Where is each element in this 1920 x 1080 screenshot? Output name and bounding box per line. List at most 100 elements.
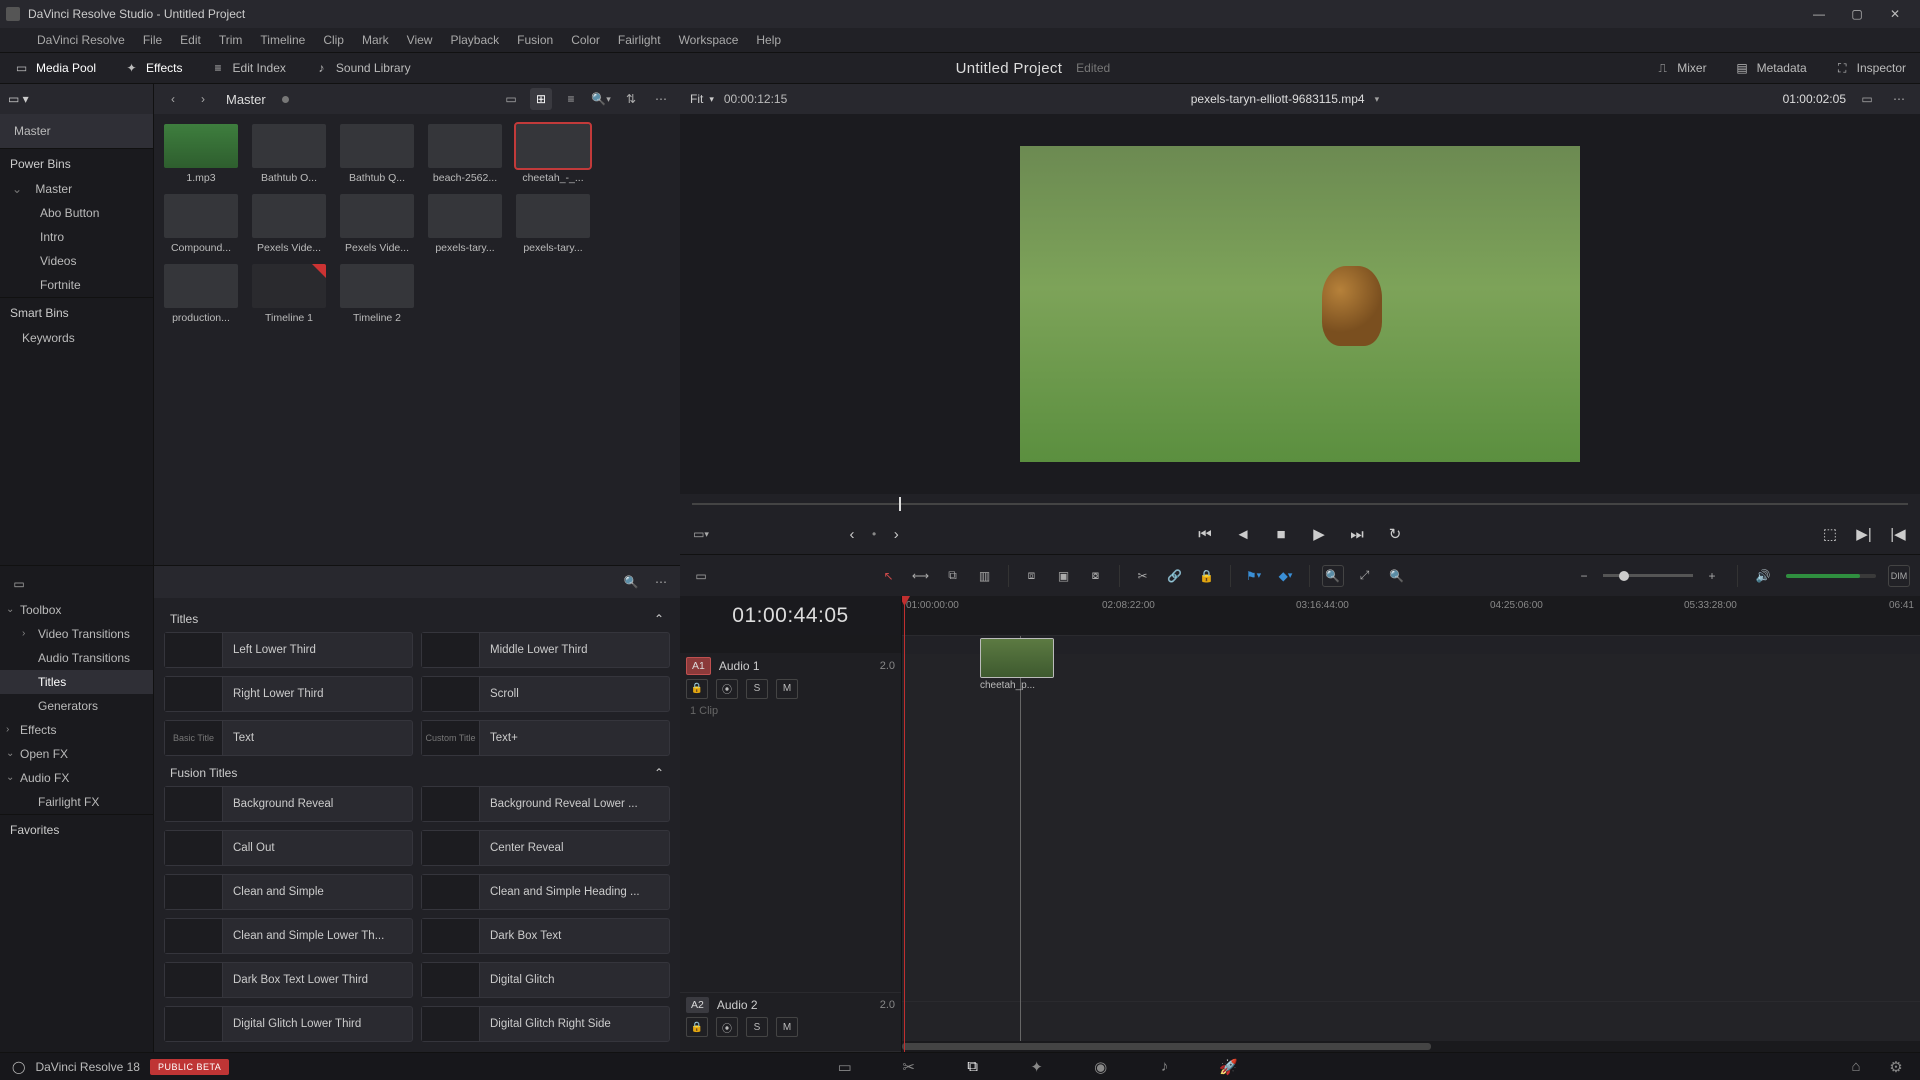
menu-mark[interactable]: Mark (353, 29, 398, 51)
window-maximize[interactable]: ▢ (1838, 1, 1876, 27)
tab-media-pool[interactable]: ▭ Media Pool (0, 55, 110, 82)
title-preset[interactable]: Middle Lower Third (421, 632, 670, 668)
dragged-clip[interactable] (980, 638, 1054, 678)
viewer-zoom-select[interactable]: Fit▾ (690, 92, 714, 106)
track-solo-a1[interactable]: S (746, 679, 768, 699)
menu-trim[interactable]: Trim (210, 29, 252, 51)
tree-openfx[interactable]: ⌄Open FX (0, 742, 153, 766)
effects-more-icon[interactable]: ⋯ (650, 571, 672, 593)
link-icon[interactable]: 🔗 (1164, 565, 1186, 587)
zoom-out-icon[interactable]: − (1573, 565, 1595, 587)
chevron-down-icon[interactable]: ▾ (1375, 94, 1380, 105)
smart-bins-header[interactable]: Smart Bins (0, 297, 153, 326)
insert-clip-icon[interactable]: ⧈ (1021, 565, 1043, 587)
page-edit-icon[interactable]: ⧉ (961, 1057, 985, 1077)
home-icon[interactable]: ⌂ (1844, 1057, 1868, 1077)
view-list-icon[interactable]: ≡ (560, 88, 582, 110)
media-item[interactable]: pexels-tary... (426, 194, 504, 254)
overwrite-clip-icon[interactable]: ▣ (1053, 565, 1075, 587)
track-record-a1[interactable]: ⦿ (716, 679, 738, 699)
tree-titles[interactable]: Titles (0, 670, 153, 694)
media-item[interactable]: cheetah_-_... (514, 124, 592, 184)
nav-next-icon[interactable]: › (884, 522, 908, 546)
zoom-in-icon[interactable]: + (1701, 565, 1723, 587)
fusion-title-preset[interactable]: Call Out (164, 830, 413, 866)
page-cut-icon[interactable]: ✂ (897, 1057, 921, 1077)
page-fairlight-icon[interactable]: ♪ (1153, 1057, 1177, 1077)
viewer-layout-icon[interactable]: ▭ (1856, 88, 1878, 110)
menu-edit[interactable]: Edit (171, 29, 210, 51)
fusion-title-preset[interactable]: Background Reveal Lower ... (421, 786, 670, 822)
fusion-title-preset[interactable]: Digital Glitch Lower Third (164, 1006, 413, 1042)
track-mute-a1[interactable]: M (776, 679, 798, 699)
media-item[interactable]: Timeline 2 (338, 264, 416, 324)
menu-file[interactable]: File (134, 29, 171, 51)
menu-view[interactable]: View (398, 29, 442, 51)
blade-tool-icon[interactable]: ▥ (974, 565, 996, 587)
fusion-title-preset[interactable]: Clean and Simple Lower Th... (164, 918, 413, 954)
power-bins-header[interactable]: Power Bins (0, 148, 153, 177)
track-record-a2[interactable]: ⦿ (716, 1017, 738, 1037)
bin-intro[interactable]: Intro (0, 225, 153, 249)
viewer-more-icon[interactable]: ⋯ (1888, 88, 1910, 110)
title-preset[interactable]: Scroll (421, 676, 670, 712)
media-item[interactable]: Bathtub O... (250, 124, 328, 184)
stop-icon[interactable]: ■ (1269, 522, 1293, 546)
viewer-timeline-timecode[interactable]: 01:00:02:05 (1783, 92, 1846, 106)
zoom-slider[interactable] (1603, 574, 1693, 577)
match-frame-icon[interactable]: ⬚ (1818, 522, 1842, 546)
blade-all-icon[interactable]: ✂ (1132, 565, 1154, 587)
tree-effects[interactable]: ›Effects (0, 718, 153, 742)
replace-clip-icon[interactable]: ⧇ (1085, 565, 1107, 587)
trim-tool-icon[interactable]: ⟷ (910, 565, 932, 587)
track-lock-a1[interactable]: 🔒 (686, 679, 708, 699)
media-item[interactable]: Timeline 1 (250, 264, 328, 324)
nav-prev-icon[interactable]: ‹ (840, 522, 864, 546)
timeline-view-options-icon[interactable]: ▭ (690, 565, 712, 587)
timeline-body[interactable]: 01:00:00:00 02:08:22:00 03:16:44:00 04:2… (902, 596, 1920, 1052)
group-titles[interactable]: Titles ⌃ (164, 602, 670, 632)
view-thumb-icon[interactable]: ⊞ (530, 88, 552, 110)
fusion-title-preset[interactable]: Dark Box Text Lower Third (164, 962, 413, 998)
search-icon[interactable]: 🔍 ▾ (590, 88, 612, 110)
tree-video-transitions[interactable]: ›Video Transitions (0, 622, 153, 646)
track-header-a1[interactable]: A1 Audio 1 2.0 🔒 ⦿ S M 1 Clip (680, 653, 901, 993)
gear-icon[interactable]: ⚙ (1884, 1057, 1908, 1077)
track-header-a2[interactable]: A2 Audio 2 2.0 🔒 ⦿ S M (680, 993, 901, 1052)
search-timeline-icon[interactable]: 🔍 (1322, 565, 1344, 587)
track-mute-a2[interactable]: M (776, 1017, 798, 1037)
page-media-icon[interactable]: ▭ (833, 1057, 857, 1077)
tree-audio-transitions[interactable]: Audio Transitions (0, 646, 153, 670)
jump-start-icon[interactable]: |◀ (1886, 522, 1910, 546)
menu-fairlight[interactable]: Fairlight (609, 29, 670, 51)
zoom-detail-icon[interactable]: 🔍 (1386, 565, 1408, 587)
title-preset[interactable]: Left Lower Third (164, 632, 413, 668)
track-tag-a1[interactable]: A1 (686, 657, 711, 675)
view-filmstrip-icon[interactable]: ▭ (500, 88, 522, 110)
tree-generators[interactable]: Generators (0, 694, 153, 718)
tab-sound-library[interactable]: ♪ Sound Library (300, 55, 425, 82)
media-item[interactable]: Pexels Vide... (338, 194, 416, 254)
play-icon[interactable]: ▶ (1307, 522, 1331, 546)
bin-videos[interactable]: Videos (0, 249, 153, 273)
zoom-fit-icon[interactable]: ⤢ (1354, 565, 1376, 587)
bin-root[interactable]: Master (0, 114, 153, 148)
menu-fusion[interactable]: Fusion (508, 29, 562, 51)
menu-color[interactable]: Color (562, 29, 609, 51)
volume-icon[interactable]: 🔊 (1752, 565, 1774, 587)
page-color-icon[interactable]: ◉ (1089, 1057, 1113, 1077)
viewer-clip-name[interactable]: pexels-taryn-elliott-9683115.mp4 (1191, 92, 1365, 106)
title-preset[interactable]: Basic TitleText (164, 720, 413, 756)
media-item[interactable]: Pexels Vide... (250, 194, 328, 254)
bin-fortnite[interactable]: Fortnite (0, 273, 153, 297)
tree-fairlightfx[interactable]: Fairlight FX (0, 790, 153, 814)
page-fusion-icon[interactable]: ✦ (1025, 1057, 1049, 1077)
fusion-title-preset[interactable]: Clean and Simple (164, 874, 413, 910)
playhead[interactable] (904, 596, 905, 1052)
fusion-title-preset[interactable]: Clean and Simple Heading ... (421, 874, 670, 910)
menu-clip[interactable]: Clip (314, 29, 353, 51)
volume-slider[interactable] (1786, 574, 1876, 578)
media-item[interactable]: 1.mp3 (162, 124, 240, 184)
dynamic-trim-icon[interactable]: ⧉ (942, 565, 964, 587)
fusion-title-preset[interactable]: Digital Glitch (421, 962, 670, 998)
